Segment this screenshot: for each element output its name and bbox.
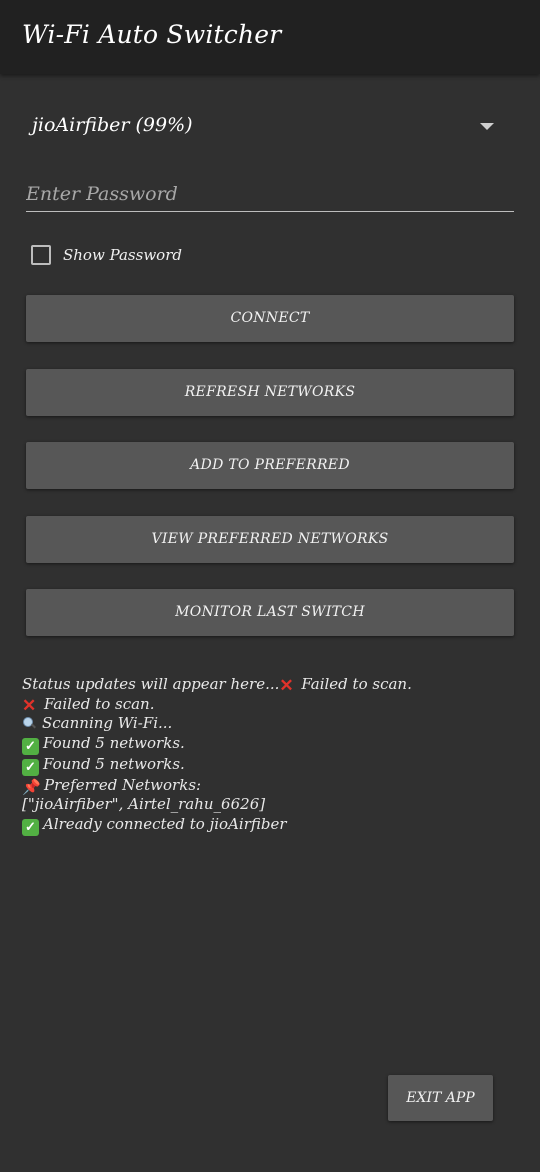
status-text: ["jioAirfiber", Airtel_rahu_6626] bbox=[22, 795, 266, 813]
status-text: Found 5 networks. bbox=[43, 733, 185, 752]
cross-mark-icon: ✕ bbox=[279, 676, 294, 696]
checkbox-box[interactable] bbox=[31, 245, 51, 265]
view-preferred-networks-button[interactable]: VIEW PREFERRED NETWORKS bbox=[26, 516, 514, 563]
status-line: 📌 Preferred Networks: bbox=[22, 776, 522, 796]
refresh-networks-button[interactable]: REFRESH NETWORKS bbox=[26, 369, 514, 416]
dropdown-arrow-icon bbox=[480, 123, 494, 130]
check-mark-icon: ✓ bbox=[22, 818, 39, 836]
status-line: ✓ Already connected to jioAirfiber bbox=[22, 815, 522, 836]
exit-app-button[interactable]: EXIT APP bbox=[388, 1075, 493, 1121]
status-line: Scanning Wi-Fi... bbox=[22, 714, 522, 734]
connect-button[interactable]: CONNECT bbox=[26, 295, 514, 342]
pushpin-icon: 📌 bbox=[22, 777, 41, 796]
add-to-preferred-button[interactable]: ADD TO PREFERRED bbox=[26, 442, 514, 489]
cross-mark-icon: ✕ bbox=[22, 695, 37, 716]
status-text: Preferred Networks: bbox=[44, 775, 202, 794]
status-line: Status updates will appear here...✕ Faile… bbox=[22, 675, 522, 695]
status-text: Found 5 networks. bbox=[43, 754, 185, 773]
check-mark-icon: ✓ bbox=[22, 737, 39, 755]
password-input[interactable] bbox=[26, 176, 514, 212]
monitor-last-switch-button[interactable]: MONITOR LAST SWITCH bbox=[26, 589, 514, 636]
status-line: ✕ Failed to scan. bbox=[22, 695, 522, 715]
status-log: Status updates will appear here...✕ Faile… bbox=[22, 675, 522, 836]
status-line: ✓ Found 5 networks. bbox=[22, 755, 522, 776]
selected-network: jioAirfiber (99%) bbox=[32, 114, 193, 136]
status-text: Failed to scan. bbox=[44, 694, 155, 713]
app-bar: Wi-Fi Auto Switcher bbox=[0, 0, 540, 74]
check-mark-icon: ✓ bbox=[22, 758, 39, 776]
status-line: ✓ Found 5 networks. bbox=[22, 734, 522, 755]
show-password-checkbox[interactable]: Show Password bbox=[30, 244, 290, 270]
show-password-label: Show Password bbox=[63, 246, 182, 264]
status-placeholder-text: Status updates will appear here... bbox=[22, 675, 280, 693]
network-spinner[interactable]: jioAirfiber (99%) bbox=[26, 100, 514, 154]
status-text: Failed to scan. bbox=[301, 675, 412, 693]
status-line: ["jioAirfiber", Airtel_rahu_6626] bbox=[22, 795, 522, 815]
magnifying-glass-icon bbox=[22, 716, 36, 730]
app-title: Wi-Fi Auto Switcher bbox=[22, 20, 282, 49]
status-text: Already connected to jioAirfiber bbox=[43, 814, 287, 833]
status-text: Scanning Wi-Fi... bbox=[42, 714, 173, 732]
